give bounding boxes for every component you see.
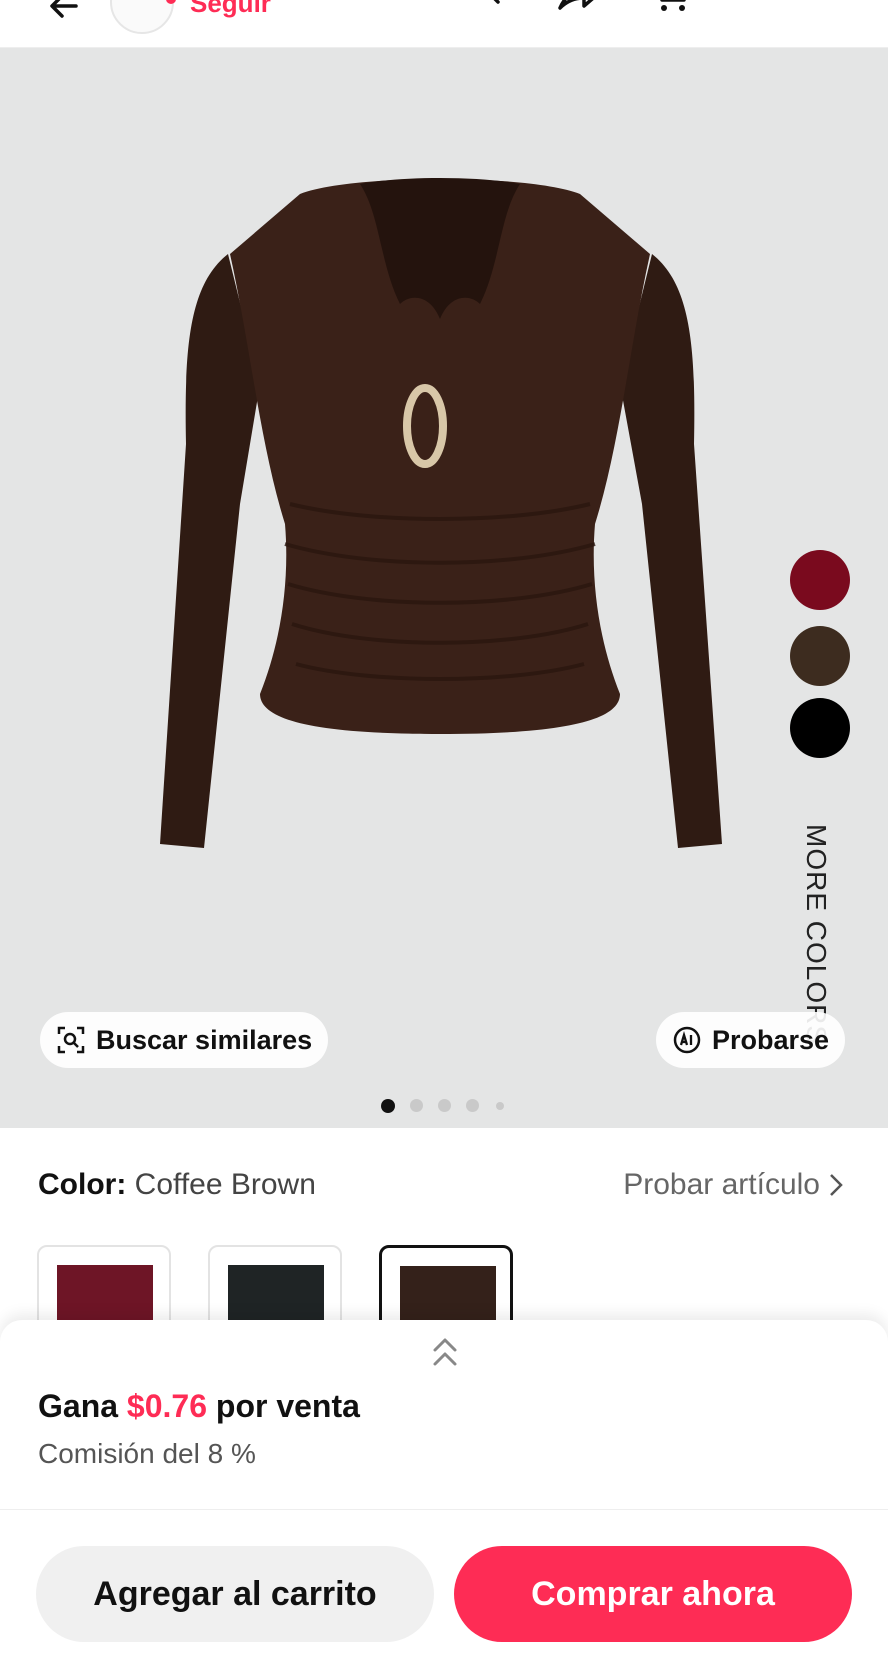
- chevron-right-icon: [830, 1174, 843, 1196]
- visual-search-icon: [57, 1026, 85, 1054]
- ai-icon: [673, 1026, 701, 1054]
- try-on-button[interactable]: Probarse: [656, 1012, 846, 1068]
- try-item-link[interactable]: Probar artículo: [623, 1168, 844, 1202]
- product-image: [160, 178, 722, 848]
- page-dot: [410, 1099, 423, 1112]
- chevron-up-double-icon[interactable]: [430, 1334, 460, 1368]
- gallery-pagination: [0, 1099, 888, 1113]
- top-bar: Seguir: [0, 0, 888, 48]
- color-value: Coffee Brown: [134, 1168, 316, 1201]
- search-similar-label: Buscar similares: [96, 1024, 313, 1055]
- product-gallery[interactable]: MORE COLORS Buscar similares Probarse: [0, 48, 888, 1128]
- buy-now-button[interactable]: Comprar ahora: [454, 1546, 852, 1642]
- live-dot: [166, 0, 176, 4]
- commission-text: Comisión del 8 %: [38, 1438, 256, 1469]
- page-dot: [438, 1099, 451, 1112]
- follow-button[interactable]: Seguir: [190, 0, 271, 16]
- try-item-label: Probar artículo: [623, 1168, 820, 1201]
- search-similar-button[interactable]: Buscar similares: [40, 1012, 329, 1068]
- color-dot-red[interactable]: [790, 550, 850, 610]
- back-arrow-icon[interactable]: [46, 0, 86, 20]
- more-icon[interactable]: [744, 0, 788, 22]
- color-label: Color:: [38, 1168, 127, 1201]
- earnings-sheet[interactable]: Gana $0.76 por venta Comisión del 8 %: [0, 1320, 888, 1510]
- color-row: Color: Coffee Brown: [38, 1168, 316, 1202]
- page-dot: [466, 1099, 479, 1112]
- shop-avatar[interactable]: [110, 0, 176, 34]
- product-page: Seguir MORE COLORS Buscar similares Prob…: [0, 0, 888, 1668]
- share-icon[interactable]: [556, 0, 600, 22]
- color-dot-brown[interactable]: [790, 626, 850, 686]
- earnings-amount: $0.76: [126, 1388, 207, 1424]
- bottom-action-bar: Agregar al carrito Comprar ahora: [0, 1510, 888, 1668]
- earnings-prefix: Gana: [38, 1388, 119, 1424]
- earnings-suffix: por venta: [215, 1388, 360, 1424]
- try-on-label: Probarse: [712, 1024, 830, 1055]
- page-dot-active: [381, 1099, 395, 1113]
- search-icon[interactable]: [460, 0, 504, 22]
- add-to-cart-button[interactable]: Agregar al carrito: [36, 1546, 434, 1642]
- earnings-text: Gana $0.76 por venta: [38, 1388, 360, 1425]
- color-dot-black[interactable]: [790, 698, 850, 758]
- cart-icon[interactable]: [650, 0, 694, 22]
- page-dot: [496, 1102, 504, 1110]
